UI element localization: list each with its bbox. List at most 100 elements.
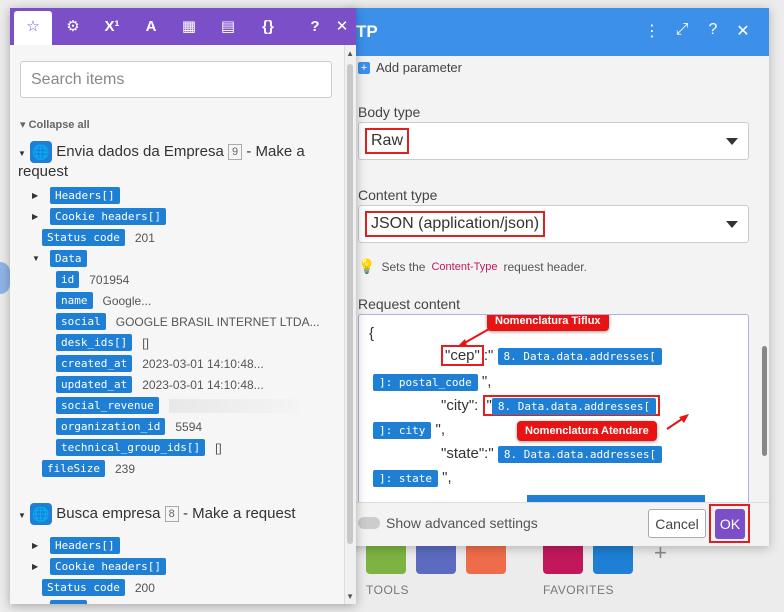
- module-header[interactable]: ▼ 🌐 Envia dados da Empresa 9 - Make a re…: [18, 141, 356, 181]
- city-key: "city":: [441, 397, 479, 414]
- scroll-down-icon[interactable]: ▼: [346, 592, 354, 601]
- tree-row[interactable]: desk_ids[] []: [56, 334, 149, 351]
- tree-row[interactable]: updated_at 2023-03-01 14:10:48...: [56, 376, 264, 393]
- tree-row[interactable]: social_revenue: [56, 397, 299, 414]
- item-value: GOOGLE BRASIL INTERNET LTDA...: [115, 314, 320, 329]
- cancel-button[interactable]: Cancel: [648, 509, 706, 538]
- editor-line-state: "state":" 8. Data.data.addresses[: [441, 445, 663, 463]
- gear-icon[interactable]: ⚙: [54, 8, 92, 45]
- add-parameter-label: Add parameter: [376, 60, 462, 75]
- item-pill[interactable]: created_at: [56, 355, 133, 372]
- request-content-editor[interactable]: { "cep":" 8. Data.data.addresses[ ]: pos…: [358, 314, 749, 502]
- mapping-pill[interactable]: [527, 495, 705, 502]
- panel-scrollbar-thumb[interactable]: [347, 64, 353, 544]
- mapping-pill[interactable]: 8. Data.data.addresses[: [497, 445, 663, 463]
- chevron-right-icon: ▶: [32, 212, 39, 221]
- more-vertical-icon[interactable]: ⋮: [642, 21, 662, 41]
- mapping-pill[interactable]: ]: city: [373, 421, 432, 439]
- item-value: 2023-03-01 14:10:48...: [142, 356, 264, 371]
- advanced-settings-label[interactable]: Show advanced settings: [386, 515, 538, 531]
- item-pill[interactable]: social: [56, 313, 106, 330]
- item-pill[interactable]: technical_group_ids[]: [56, 439, 206, 456]
- collapse-all-button[interactable]: ▾ Collapse all: [20, 118, 90, 131]
- item-pill[interactable]: Headers[]: [50, 537, 120, 554]
- mapping-pill[interactable]: ]: postal_code: [373, 373, 478, 391]
- tree-row[interactable]: fileSize 239: [42, 460, 135, 477]
- mapping-pill[interactable]: 8. Data.data.addresses[: [491, 397, 657, 415]
- item-value: 2023-03-01 14:10:48...: [142, 377, 264, 392]
- city-mapping-box: " 8. Data.data.addresses[: [482, 395, 661, 416]
- module-header[interactable]: ▼ 🌐 Busca empresa 8 - Make a request: [18, 503, 296, 525]
- body-type-value: Raw: [365, 128, 410, 154]
- tree-row[interactable]: name Google...: [56, 292, 151, 309]
- item-pill[interactable]: Headers[]: [50, 187, 120, 204]
- tree-row[interactable]: ▼Data: [32, 250, 87, 267]
- close-icon[interactable]: ✕: [733, 21, 753, 41]
- superscript-icon[interactable]: X¹: [93, 8, 131, 45]
- tree-row[interactable]: ▶ Headers[]: [32, 537, 120, 554]
- annotation-atendare: Nomenclatura Atendare: [517, 421, 657, 441]
- tree-row[interactable]: social GOOGLE BRASIL INTERNET LTDA...: [56, 313, 320, 330]
- mapping-panel-content: ▾ Collapse all ▼ 🌐 Envia dados da Empres…: [10, 45, 356, 604]
- mapping-panel-tabs: ☆ ⚙ X¹ A ▦ ▤ {} ? ✕: [10, 8, 356, 45]
- item-pill[interactable]: Data: [50, 600, 87, 604]
- ok-button[interactable]: OK: [715, 509, 745, 539]
- tree-row[interactable]: ▶ Cookie headers[]: [32, 208, 166, 225]
- item-pill[interactable]: name: [56, 292, 93, 309]
- add-parameter-button[interactable]: + Add parameter: [358, 60, 462, 75]
- body-type-select[interactable]: Raw: [358, 122, 749, 160]
- tree-row[interactable]: technical_group_ids[] []: [56, 439, 222, 456]
- canvas-module-fragment: [0, 262, 10, 294]
- item-pill[interactable]: fileSize: [42, 460, 105, 477]
- item-pill[interactable]: Cookie headers[]: [50, 208, 166, 225]
- calendar-icon[interactable]: ▦: [170, 8, 208, 45]
- mapping-pill[interactable]: 8. Data.data.addresses[: [497, 347, 662, 365]
- tree-row[interactable]: Status code 200: [42, 579, 155, 596]
- item-pill[interactable]: Data: [50, 250, 87, 267]
- module-number-badge: 9: [228, 144, 243, 160]
- star-icon[interactable]: ☆: [14, 11, 52, 45]
- item-pill[interactable]: id: [56, 271, 80, 288]
- search-input[interactable]: [20, 61, 332, 98]
- tree-row[interactable]: organization_id 5594: [56, 418, 202, 435]
- text-icon[interactable]: A: [132, 8, 170, 45]
- tree-row[interactable]: ▶ Headers[]: [32, 187, 120, 204]
- tree-row[interactable]: created_at 2023-03-01 14:10:48...: [56, 355, 264, 372]
- tools-label: TOOLS: [366, 583, 409, 597]
- globe-icon: 🌐: [30, 503, 53, 525]
- item-pill[interactable]: organization_id: [56, 418, 166, 435]
- dialog-title: TP: [356, 22, 378, 41]
- module-suffix: - Make a request: [182, 504, 296, 522]
- tree-row[interactable]: ▶ Cookie headers[]: [32, 558, 166, 575]
- item-pill[interactable]: updated_at: [56, 376, 133, 393]
- expand-icon[interactable]: ⤢: [672, 21, 692, 39]
- item-pill[interactable]: Status code: [42, 229, 125, 246]
- advanced-settings-toggle[interactable]: [358, 517, 380, 529]
- item-pill[interactable]: desk_ids[]: [56, 334, 133, 351]
- mapping-pill[interactable]: ]: state: [373, 469, 438, 487]
- chevron-right-icon: ▶: [32, 191, 39, 200]
- item-pill[interactable]: social_revenue: [56, 397, 159, 414]
- dialog-scrollbar[interactable]: [762, 346, 767, 456]
- redacted-value: [168, 398, 299, 413]
- editor-line-state-2: ]: state ",: [373, 469, 452, 487]
- item-value: Google...: [102, 293, 152, 308]
- annotation-tiflux: Nomenclatura Tiflux: [487, 315, 609, 331]
- tree-row[interactable]: id 701954: [56, 271, 129, 288]
- item-pill[interactable]: Status code: [42, 579, 125, 596]
- editor-brace: {: [369, 325, 375, 342]
- tree-row[interactable]: ▼Data: [32, 600, 87, 604]
- help-icon[interactable]: ?: [703, 21, 723, 39]
- table-icon[interactable]: ▤: [209, 8, 247, 45]
- item-value: 701954: [89, 272, 130, 287]
- item-pill[interactable]: Cookie headers[]: [50, 558, 166, 575]
- dialog-footer: Show advanced settings Cancel OK: [346, 502, 769, 546]
- editor-line-city-2: ]: city ",: [373, 421, 445, 439]
- chevron-down-icon: [726, 138, 738, 145]
- braces-icon[interactable]: {}: [249, 8, 287, 45]
- close-icon[interactable]: ✕: [323, 8, 356, 45]
- module-title: Busca empresa: [56, 504, 161, 522]
- content-type-select[interactable]: JSON (application/json): [358, 205, 749, 243]
- tree-row[interactable]: Status code 201: [42, 229, 155, 246]
- scroll-up-icon[interactable]: ▲: [346, 49, 354, 58]
